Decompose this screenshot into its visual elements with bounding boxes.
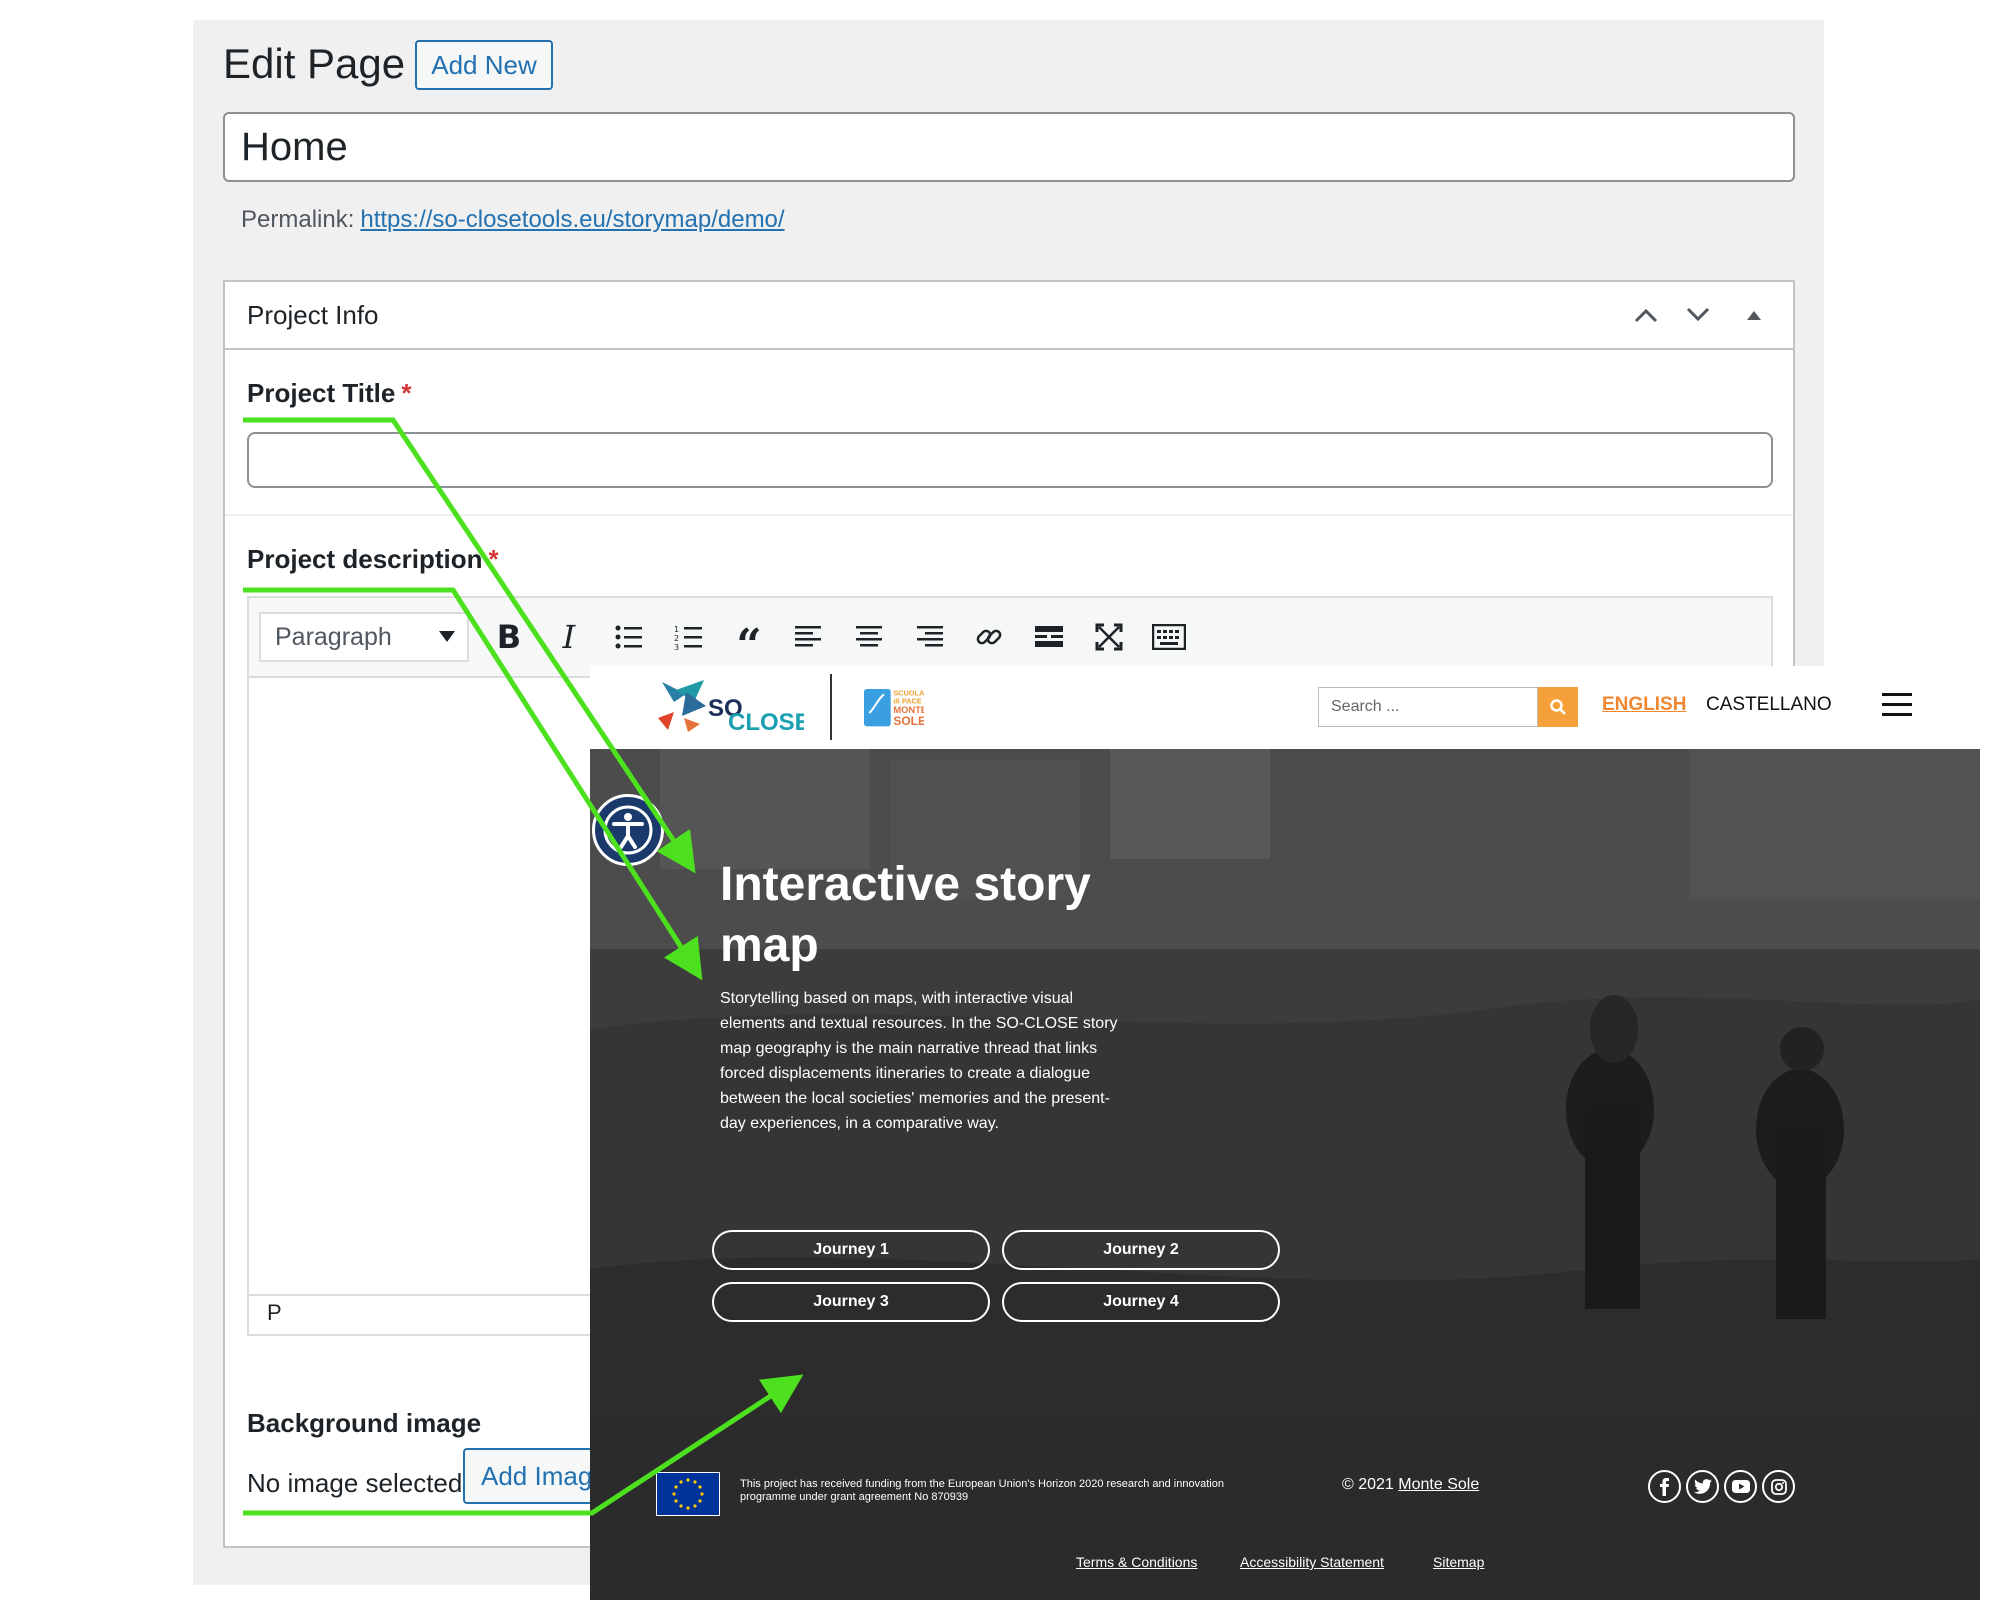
hero-description: Storytelling based on maps, with interac… — [720, 990, 1118, 1132]
facebook-icon[interactable] — [1648, 1470, 1681, 1503]
svg-text:2: 2 — [674, 634, 679, 643]
field-divider — [225, 514, 1793, 516]
svg-text:CLOSE: CLOSE — [728, 709, 804, 736]
no-image-text: No image selected — [247, 1468, 463, 1498]
bulleted-list-icon[interactable] — [599, 612, 659, 662]
align-right-icon[interactable] — [899, 612, 959, 662]
permalink-link[interactable]: https://so-closetools.eu/storymap/demo/ — [360, 206, 784, 233]
permalink: Permalink: https://so-closetools.eu/story… — [241, 206, 785, 234]
svg-text:1: 1 — [674, 625, 679, 634]
project-title-label: Project Title * — [247, 378, 412, 408]
required-asterisk: * — [401, 378, 412, 408]
project-title-input[interactable] — [247, 432, 1773, 488]
metabox-title: Project Info — [247, 299, 379, 330]
journey-2-button[interactable]: Journey 2 — [1002, 1230, 1280, 1270]
site-search-input[interactable]: Search ... — [1318, 687, 1538, 727]
add-new-button[interactable]: Add New — [415, 40, 553, 90]
journey-4-button[interactable]: Journey 4 — [1002, 1282, 1280, 1322]
page-heading: Edit Page — [223, 40, 406, 87]
chevron-down-icon — [439, 631, 455, 642]
italic-icon[interactable]: I — [539, 612, 599, 662]
copyright-link[interactable]: Monte Sole — [1398, 1476, 1479, 1493]
menu-icon[interactable] — [1882, 693, 1912, 717]
storymap-site-preview: SO CLOSE SCUOLA di PACE MONTE SOLE Searc… — [590, 666, 1980, 1600]
instagram-icon[interactable] — [1762, 1470, 1795, 1503]
required-asterisk: * — [488, 544, 499, 574]
sitemap-link[interactable]: Sitemap — [1433, 1554, 1484, 1570]
fullscreen-icon[interactable] — [1079, 612, 1139, 662]
collapse-toggle-icon[interactable] — [1737, 306, 1771, 324]
so-close-logo[interactable]: SO CLOSE — [654, 672, 804, 738]
project-description-label: Project description * — [247, 544, 499, 574]
twitter-icon[interactable] — [1686, 1470, 1719, 1503]
copyright-year: © 2021 — [1342, 1476, 1394, 1493]
site-footer: This project has received funding from t… — [590, 1418, 1980, 1600]
hero-title: Interactive story map — [720, 858, 1091, 972]
copyright: © 2021 Monte Sole — [1342, 1476, 1479, 1494]
terms-link[interactable]: Terms & Conditions — [1076, 1554, 1197, 1570]
blockquote-icon[interactable]: “ — [719, 612, 779, 668]
align-center-icon[interactable] — [839, 612, 899, 662]
move-up-icon[interactable] — [1633, 306, 1659, 324]
svg-text:di PACE: di PACE — [893, 697, 921, 706]
numbered-list-icon[interactable]: 123 — [659, 612, 719, 662]
journey-3-button[interactable]: Journey 3 — [712, 1282, 990, 1322]
permalink-label: Permalink: — [241, 206, 355, 233]
svg-text:SOLE: SOLE — [893, 714, 924, 728]
search-icon[interactable] — [1538, 687, 1578, 727]
svg-text:3: 3 — [674, 643, 679, 650]
move-down-icon[interactable] — [1685, 306, 1711, 324]
journey-1-button[interactable]: Journey 1 — [712, 1230, 990, 1270]
screenshot-stage: Edit Page Add New Home Permalink: https:/… — [0, 0, 2000, 1600]
language-castellano[interactable]: CASTELLANO — [1706, 694, 1832, 716]
background-image-label: Background image — [247, 1408, 482, 1438]
format-select-value: Paragraph — [275, 622, 392, 651]
hero-section: Interactive story map Storytelling based… — [590, 749, 1980, 1418]
monte-sole-logo[interactable]: SCUOLA di PACE MONTE SOLE — [864, 676, 924, 738]
logo-divider — [830, 674, 832, 740]
funding-statement: This project has received funding from t… — [740, 1478, 1224, 1503]
eu-flag-icon — [656, 1472, 720, 1516]
format-select[interactable]: Paragraph — [259, 612, 469, 662]
bold-icon[interactable]: B — [479, 612, 539, 662]
link-icon[interactable] — [959, 612, 1019, 662]
accessibility-icon[interactable] — [592, 794, 664, 866]
metabox-header: Project Info — [225, 282, 1793, 350]
keyboard-toolbar-toggle-icon[interactable] — [1139, 612, 1199, 662]
align-left-icon[interactable] — [779, 612, 839, 662]
read-more-icon[interactable] — [1019, 612, 1079, 662]
language-english[interactable]: ENGLISH — [1602, 694, 1686, 716]
page-title-input[interactable]: Home — [223, 112, 1795, 182]
accessibility-statement-link[interactable]: Accessibility Statement — [1240, 1554, 1384, 1570]
site-header: SO CLOSE SCUOLA di PACE MONTE SOLE Searc… — [590, 666, 1980, 749]
youtube-icon[interactable] — [1724, 1470, 1757, 1503]
